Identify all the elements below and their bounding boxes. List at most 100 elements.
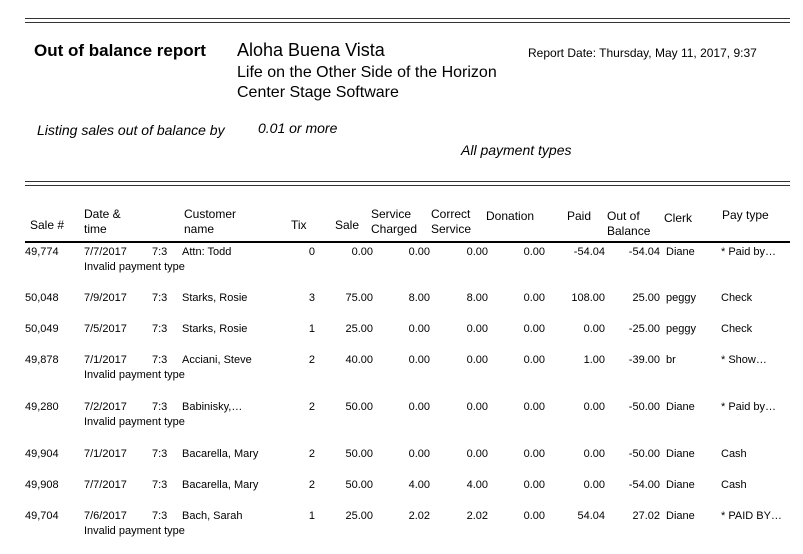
cell-donation: 0.00 — [523, 510, 545, 522]
cell-sale: 50.00 — [345, 479, 373, 491]
cell-pay-type: * Paid by… — [721, 246, 777, 258]
cell-service: 0.00 — [408, 448, 430, 460]
cell-clerk: br — [666, 354, 676, 366]
cell-pay-type: * Paid by… — [721, 401, 777, 413]
cell-pay-type: * PAID BY… — [721, 510, 782, 522]
cell-correct: 8.00 — [466, 292, 488, 304]
cell-tix: 2 — [308, 401, 315, 413]
cell-sale: 25.00 — [345, 510, 373, 522]
cell-time: 7:3 — [152, 246, 168, 258]
col-oob-1: Out of — [607, 209, 640, 223]
cell-pay-type: Check — [721, 323, 753, 335]
cell-sale: 0.00 — [351, 246, 373, 258]
cell-date: 7/1/2017 — [84, 354, 127, 366]
section-rule-2 — [25, 185, 790, 186]
col-sale: Sale — [335, 218, 360, 232]
cell-service: 2.02 — [408, 510, 430, 522]
cell-sale-no: 49,878 — [25, 354, 59, 366]
report-date: Report Date: Thursday, May 11, 2017, 9:3… — [528, 46, 757, 60]
cell-paid: 0.00 — [583, 323, 605, 335]
cell-customer: Attn: Todd — [182, 246, 232, 258]
cell-donation: 0.00 — [523, 401, 545, 413]
cell-sale-no: 49,774 — [25, 246, 59, 258]
cell-clerk: Diane — [666, 448, 695, 460]
cell-customer: Bach, Sarah — [182, 510, 243, 522]
org-software: Center Stage Software — [237, 84, 399, 101]
cell-sale-no: 49,704 — [25, 510, 59, 522]
cell-correct: 0.00 — [466, 354, 488, 366]
cell-tix: 1 — [308, 323, 315, 335]
cell-oob: -54.04 — [628, 246, 660, 258]
cell-paid: -54.04 — [573, 246, 605, 258]
cell-sale: 50.00 — [345, 448, 373, 460]
cell-correct: 0.00 — [466, 246, 488, 258]
cell-paid: 54.04 — [577, 510, 605, 522]
cell-clerk: Diane — [666, 246, 695, 258]
cell-donation: 0.00 — [523, 323, 545, 335]
cell-clerk: Diane — [666, 401, 695, 413]
cell-sale-no: 49,904 — [25, 448, 59, 460]
cell-time: 7:3 — [152, 354, 168, 366]
cell-pay-type: * Show… — [721, 354, 767, 366]
cell-sale-no: 49,280 — [25, 401, 59, 413]
cell-oob: 27.02 — [632, 510, 660, 522]
cell-service: 0.00 — [408, 323, 430, 335]
cell-time: 7:3 — [152, 448, 168, 460]
cell-date: 7/2/2017 — [84, 401, 127, 413]
org-tagline: Life on the Other Side of the Horizon — [237, 64, 497, 81]
col-sale-no: Sale # — [30, 218, 65, 232]
cell-correct: 4.00 — [466, 479, 488, 491]
cell-customer: Bacarella, Mary — [182, 479, 259, 491]
cell-clerk: Diane — [666, 479, 695, 491]
cell-time: 7:3 — [152, 401, 168, 413]
cell-customer: Babinisky,… — [182, 401, 243, 413]
cell-oob: -54.00 — [628, 479, 660, 491]
cell-sale-no: 50,049 — [25, 323, 59, 335]
cell-date: 7/6/2017 — [84, 510, 127, 522]
col-correct-1: Correct — [431, 207, 471, 221]
cell-time: 7:3 — [152, 292, 168, 304]
col-tix: Tix — [291, 218, 307, 232]
payment-types-filter: All payment types — [461, 142, 572, 158]
org-name: Aloha Buena Vista — [237, 40, 385, 60]
cell-pay-type: Check — [721, 292, 753, 304]
col-pay-type: Pay type — [722, 208, 769, 222]
cell-correct: 0.00 — [466, 323, 488, 335]
listing-text: Listing sales out of balance by — [37, 122, 225, 138]
row-note: Invalid payment type — [84, 261, 185, 273]
cell-correct: 2.02 — [466, 510, 488, 522]
cell-service: 8.00 — [408, 292, 430, 304]
cell-clerk: peggy — [666, 323, 696, 335]
balance-threshold: 0.01 or more — [258, 120, 338, 136]
cell-donation: 0.00 — [523, 479, 545, 491]
cell-tix: 3 — [308, 292, 315, 304]
cell-correct: 0.00 — [466, 448, 488, 460]
cell-tix: 2 — [308, 448, 315, 460]
header-rule — [25, 241, 790, 243]
cell-tix: 2 — [308, 354, 315, 366]
cell-time: 7:3 — [152, 479, 168, 491]
cell-date: 7/7/2017 — [84, 246, 127, 258]
col-paid: Paid — [567, 209, 592, 223]
cell-customer: Starks, Rosie — [182, 323, 248, 335]
report-title: Out of balance report — [34, 41, 206, 60]
cell-tix: 0 — [308, 246, 315, 258]
cell-clerk: Diane — [666, 510, 695, 522]
cell-service: 0.00 — [408, 354, 430, 366]
col-donation: Donation — [486, 209, 535, 223]
col-oob-2: Balance — [607, 224, 651, 238]
cell-service: 0.00 — [408, 401, 430, 413]
cell-paid: 0.00 — [583, 401, 605, 413]
section-rule-1 — [25, 181, 790, 182]
cell-oob: 25.00 — [632, 292, 660, 304]
cell-paid: 108.00 — [571, 292, 605, 304]
col-date-time-2: time — [84, 222, 107, 236]
cell-customer: Acciani, Steve — [182, 354, 252, 366]
cell-time: 7:3 — [152, 510, 168, 522]
cell-date: 7/7/2017 — [84, 479, 127, 491]
cell-tix: 2 — [308, 479, 315, 491]
cell-donation: 0.00 — [523, 448, 545, 460]
cell-paid: 0.00 — [583, 448, 605, 460]
cell-oob: -50.00 — [628, 448, 660, 460]
cell-customer: Starks, Rosie — [182, 292, 248, 304]
